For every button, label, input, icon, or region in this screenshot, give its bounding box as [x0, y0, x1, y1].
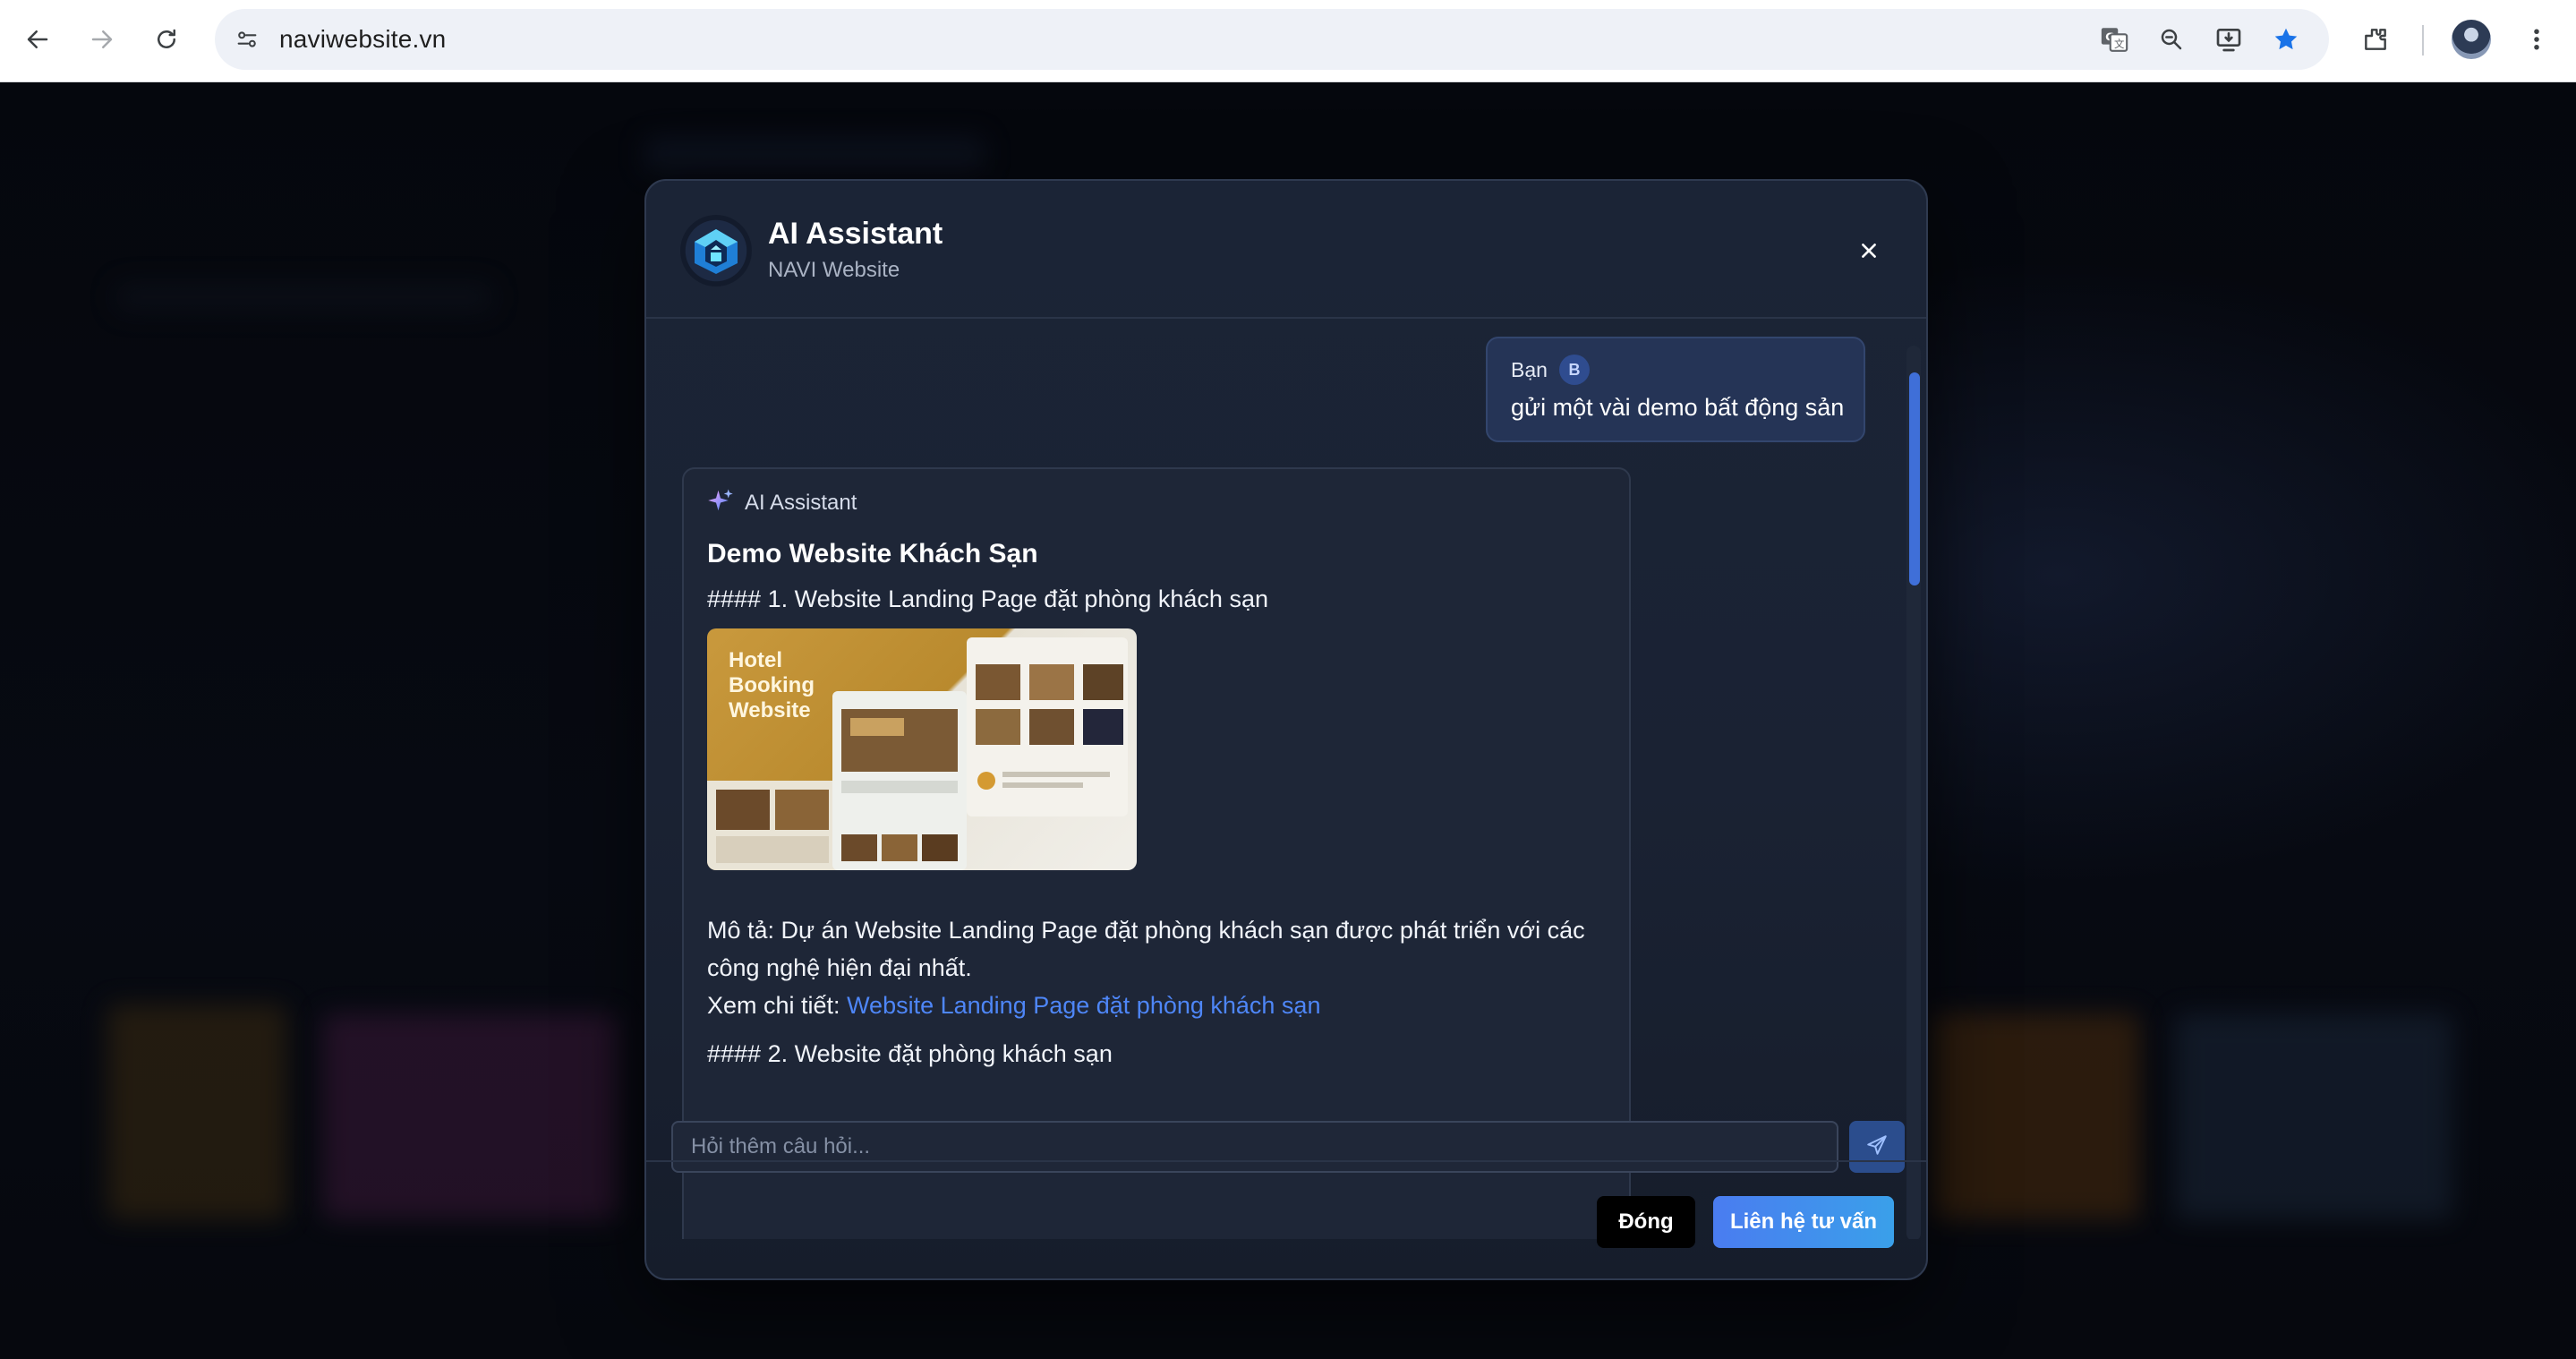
background-card — [2175, 1013, 2452, 1219]
ai-message-heading: Demo Website Khách Sạn — [707, 539, 1038, 568]
browser-toolbar: naviwebsite.vn G文 — [0, 0, 2576, 82]
toolbar-divider — [2422, 25, 2424, 56]
close-icon[interactable] — [1849, 231, 1889, 270]
close-button[interactable]: Đóng — [1597, 1196, 1695, 1248]
demo-item-2-heading: #### 2. Website đặt phòng khách sạn — [707, 1040, 1113, 1067]
demo-item-1-description: Mô tả: Dự án Website Landing Page đặt ph… — [707, 917, 1585, 944]
modal-header: AI Assistant NAVI Website — [646, 181, 1926, 319]
hotel-booking-thumbnail[interactable]: Hotel Booking Website — [707, 628, 1137, 870]
ai-message-header: AI Assistant — [707, 487, 857, 518]
modal-title: AI Assistant — [768, 217, 943, 251]
extensions-icon[interactable] — [2356, 20, 2395, 59]
svg-text:文: 文 — [2114, 38, 2124, 50]
zoom-icon[interactable] — [2154, 21, 2189, 57]
profile-avatar[interactable] — [2452, 20, 2491, 59]
install-app-icon[interactable] — [2211, 21, 2247, 57]
background-card — [1933, 1013, 2139, 1219]
back-arrow-icon[interactable] — [18, 20, 57, 59]
contact-consult-button[interactable]: Liên hệ tư vấn — [1713, 1196, 1894, 1248]
url-text[interactable]: naviwebsite.vn — [279, 25, 446, 54]
background-text — [116, 284, 492, 311]
demo-item-1-heading: #### 1. Website Landing Page đặt phòng k… — [707, 585, 1268, 612]
background-nav — [644, 136, 985, 172]
bookmark-star-icon[interactable] — [2268, 21, 2304, 57]
sparkle-icon — [707, 487, 734, 518]
navi-logo — [680, 215, 752, 286]
user-sender-name: Bạn — [1511, 358, 1548, 381]
site-info-icon[interactable] — [227, 20, 267, 59]
user-message-text: gửi một vài demo bất động sản — [1511, 394, 1845, 421]
chat-scrollbar-thumb[interactable] — [1909, 372, 1920, 585]
reload-icon[interactable] — [147, 20, 186, 59]
background-card — [322, 1013, 618, 1219]
demo-item-1-detail: Xem chi tiết: Website Landing Page đặt p… — [707, 992, 1320, 1020]
ai-assistant-modal: AI Assistant NAVI Website Bạn B gửi một … — [644, 179, 1928, 1280]
demo-item-1-link[interactable]: Website Landing Page đặt phòng khách sạn — [847, 992, 1320, 1019]
modal-footer: Đóng Liên hệ tư vấn — [646, 1160, 1926, 1278]
send-icon — [1865, 1133, 1889, 1161]
demo-item-1-description-cont: công nghệ hiện đại nhất. — [707, 954, 972, 981]
forward-arrow-icon[interactable] — [82, 20, 122, 59]
modal-subtitle: NAVI Website — [768, 258, 900, 282]
more-menu-icon[interactable] — [2517, 20, 2556, 59]
detail-label: Xem chi tiết: — [707, 992, 848, 1019]
address-bar[interactable]: naviwebsite.vn G文 — [215, 9, 2329, 70]
user-avatar-badge: B — [1559, 355, 1590, 385]
background-card — [107, 1004, 286, 1219]
user-message-bubble: Bạn B gửi một vài demo bất động sản — [1486, 337, 1865, 442]
translate-icon[interactable]: G文 — [2096, 21, 2132, 57]
ai-sender-name: AI Assistant — [745, 490, 857, 515]
